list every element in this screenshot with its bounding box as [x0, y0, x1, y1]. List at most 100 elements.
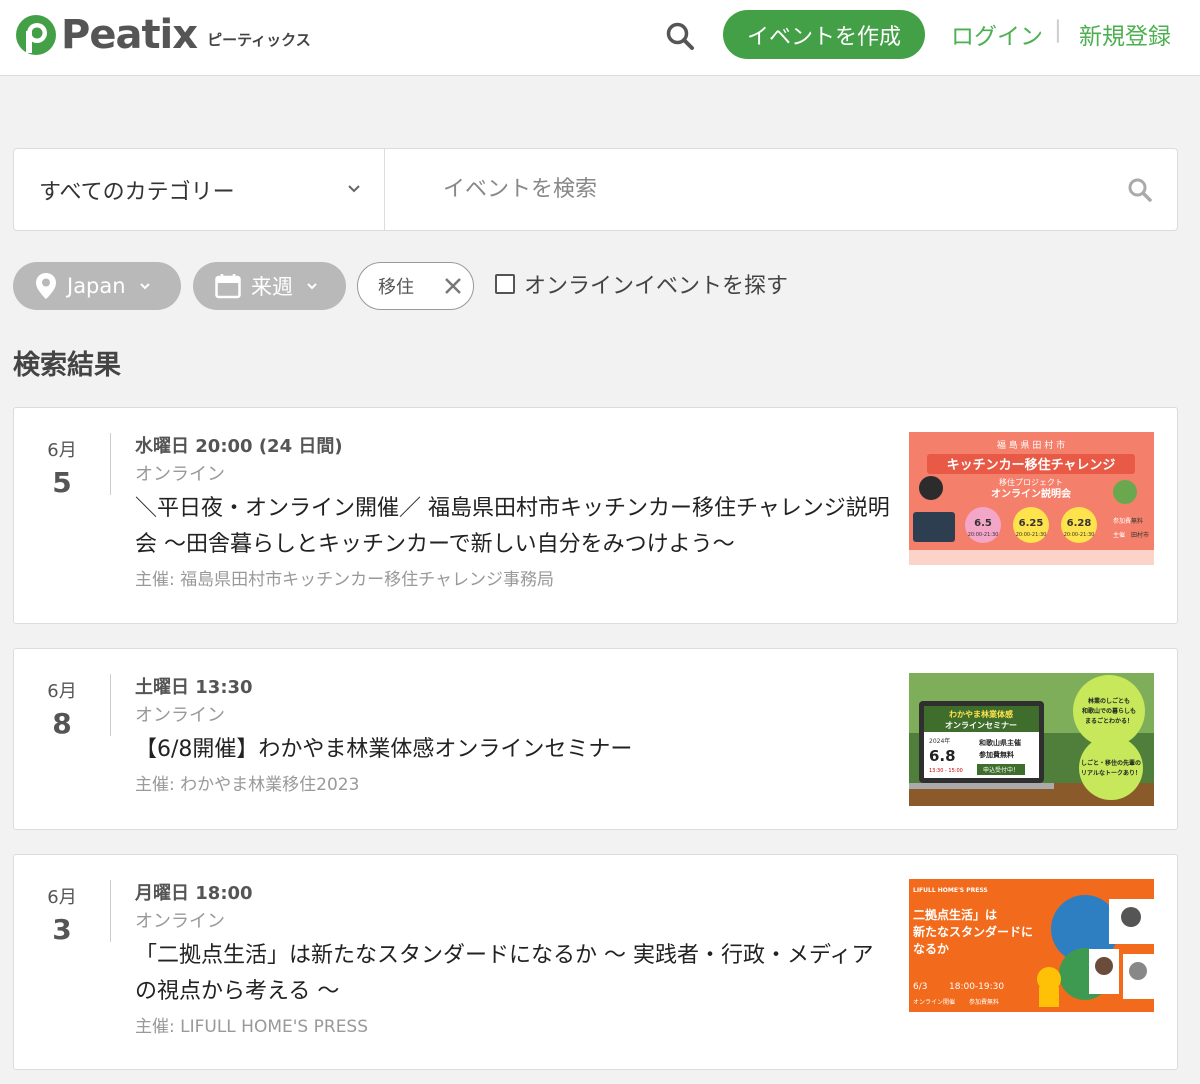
event-title[interactable]: 「二拠点生活」は新たなスタンダードになるか 〜 実践者・行政・メディアの視点から…	[135, 938, 895, 1010]
category-label: すべてのカテゴリー	[39, 179, 235, 205]
event-month: 6月	[47, 887, 77, 908]
event-datetime: 水曜日 20:00 (24 日間)	[135, 436, 343, 457]
login-link[interactable]: ログイン	[951, 17, 1043, 51]
svg-text:6.5: 6.5	[974, 518, 992, 529]
event-details: 水曜日 20:00 (24 日間) オンライン ＼平日夜・オンライン開催／ 福島…	[135, 434, 895, 595]
location-filter-label: Japan	[67, 274, 126, 298]
svg-text:申込受付中！: 申込受付中！	[983, 766, 1019, 774]
event-thumbnail[interactable]: LIFULL HOME'S PRESS 二拠点生活」は 新たなスタンダードに な…	[909, 879, 1154, 1012]
svg-text:なるか: なるか	[913, 942, 949, 956]
svg-text:6/3: 6/3	[913, 982, 927, 992]
svg-text:移住プロジェクト: 移住プロジェクト	[999, 477, 1063, 487]
event-venue: オンライン	[135, 464, 225, 485]
svg-text:6.25: 6.25	[1019, 518, 1044, 529]
svg-text:二拠点生活」は: 二拠点生活」は	[913, 907, 997, 922]
event-thumbnail[interactable]: わかやま林業体感 オンラインセミナー 2024年 6.8 和歌山県主催 参加費無…	[909, 673, 1154, 806]
svg-text:まるごとわかる！: まるごとわかる！	[1085, 717, 1133, 725]
search-bar: すべてのカテゴリー	[13, 148, 1178, 231]
online-events-label: オンラインイベントを探す	[524, 274, 789, 299]
svg-text:LIFULL HOME'S PRESS: LIFULL HOME'S PRESS	[913, 887, 988, 894]
svg-text:主催: 主催	[1113, 531, 1125, 539]
header-search-button[interactable]	[660, 16, 700, 56]
svg-text:オンライン開催: オンライン開催	[913, 998, 955, 1006]
svg-text:20:00-21:30: 20:00-21:30	[1064, 532, 1095, 538]
svg-text:20:00-21:30: 20:00-21:30	[968, 532, 999, 538]
location-pin-icon	[36, 273, 56, 299]
tag-filter-chip[interactable]: 移住	[357, 262, 474, 310]
event-card[interactable]: 6月 3 月曜日 18:00 オンライン 「二拠点生活」は新たなスタンダードにな…	[13, 854, 1178, 1070]
event-date: 6月 5	[14, 436, 110, 499]
search-input[interactable]	[385, 149, 1177, 230]
event-title[interactable]: 【6/8開催】わかやま林業体感オンラインセミナー	[135, 732, 895, 768]
svg-text:参加費: 参加費	[1113, 517, 1131, 525]
category-select[interactable]: すべてのカテゴリー	[14, 149, 385, 230]
calendar-icon	[215, 274, 241, 299]
search-icon	[666, 22, 694, 50]
event-organizer: 主催: LIFULL HOME'S PRESS	[135, 1017, 369, 1037]
event-date: 6月 8	[14, 677, 110, 740]
svg-text:参加費無料: 参加費無料	[969, 998, 999, 1006]
svg-text:キッチンカー移住チャレンジ: キッチンカー移住チャレンジ	[947, 457, 1116, 473]
svg-text:和歌山県主催: 和歌山県主催	[978, 738, 1021, 747]
close-icon[interactable]	[444, 277, 462, 295]
event-day: 3	[52, 913, 72, 946]
svg-text:オンライン説明会: オンライン説明会	[991, 487, 1071, 500]
online-events-checkbox[interactable]	[495, 274, 515, 294]
location-filter-chip[interactable]: Japan	[13, 262, 181, 310]
svg-text:18:00-19:30: 18:00-19:30	[949, 982, 1004, 992]
svg-text:わかやま林業体感: わかやま林業体感	[949, 709, 1013, 719]
date-filter-label: 来週	[251, 275, 293, 299]
event-organizer: 主催: わかやま林業移住2023	[135, 775, 360, 795]
date-divider	[110, 674, 111, 736]
event-card[interactable]: 6月 8 土曜日 13:30 オンライン 【6/8開催】わかやま林業体感オンライ…	[13, 648, 1178, 830]
event-day: 8	[52, 707, 72, 740]
event-month: 6月	[47, 440, 77, 461]
svg-text:20:00-21:30: 20:00-21:30	[1016, 532, 1047, 538]
results-title: 検索結果	[13, 350, 121, 381]
chevron-down-icon	[139, 283, 150, 290]
create-event-button[interactable]: イベントを作成	[723, 10, 925, 59]
svg-text:6.8: 6.8	[929, 747, 956, 765]
tag-filter-label: 移住	[378, 277, 414, 298]
search-icon[interactable]	[1127, 177, 1153, 203]
online-events-toggle[interactable]: オンラインイベントを探す	[495, 268, 788, 300]
signup-link[interactable]: 新規登録	[1079, 17, 1171, 51]
event-venue: オンライン	[135, 705, 225, 726]
logo-kana: ピーティックス	[207, 30, 311, 49]
svg-text:新たなスタンダードに: 新たなスタンダードに	[913, 924, 1033, 939]
event-thumbnail[interactable]: 福 島 県 田 村 市 キッチンカー移住チャレンジ 移住プロジェクト オンライン…	[909, 432, 1154, 565]
event-details: 月曜日 18:00 オンライン 「二拠点生活」は新たなスタンダードになるか 〜 …	[135, 881, 895, 1042]
event-day: 5	[52, 466, 72, 499]
svg-text:参加費無料: 参加費無料	[979, 750, 1014, 759]
date-filter-chip[interactable]: 来週	[193, 262, 346, 310]
event-month: 6月	[47, 681, 77, 702]
peatix-logo[interactable]: Peatix ピーティックス	[14, 12, 311, 58]
event-datetime: 月曜日 18:00	[135, 883, 253, 904]
site-header: Peatix ピーティックス イベントを作成 ログイン | 新規登録	[0, 0, 1200, 76]
svg-text:6.28: 6.28	[1067, 518, 1092, 529]
event-card[interactable]: 6月 5 水曜日 20:00 (24 日間) オンライン ＼平日夜・オンライン開…	[13, 407, 1178, 624]
svg-text:福 島 県 田 村 市: 福 島 県 田 村 市	[997, 439, 1065, 451]
event-title[interactable]: ＼平日夜・オンライン開催／ 福島県田村市キッチンカー移住チャレンジ説明会 〜田舎…	[135, 491, 895, 563]
date-divider	[110, 433, 111, 495]
nav-separator: |	[1054, 17, 1062, 43]
event-organizer: 主催: 福島県田村市キッチンカー移住チャレンジ事務局	[135, 570, 554, 590]
svg-text:無料: 無料	[1131, 517, 1143, 525]
svg-text:田村市: 田村市	[1131, 531, 1149, 539]
chevron-down-icon	[348, 185, 360, 193]
logo-text: Peatix	[61, 12, 198, 58]
event-datetime: 土曜日 13:30	[135, 677, 253, 698]
svg-text:リアルなトークあり！: リアルなトークあり！	[1081, 769, 1141, 777]
date-divider	[110, 880, 111, 942]
search-field	[385, 149, 1177, 230]
svg-text:和歌山での暮らしも: 和歌山での暮らしも	[1081, 707, 1136, 715]
svg-text:しごと・移住の先輩の: しごと・移住の先輩の	[1081, 759, 1141, 767]
logo-mark-icon	[16, 15, 56, 55]
svg-text:13:30 - 15:00: 13:30 - 15:00	[929, 768, 963, 774]
svg-text:林業のしごとも: 林業のしごとも	[1088, 697, 1130, 705]
svg-text:オンラインセミナー: オンラインセミナー	[945, 721, 1017, 730]
event-date: 6月 3	[14, 883, 110, 946]
event-details: 土曜日 13:30 オンライン 【6/8開催】わかやま林業体感オンラインセミナー…	[135, 675, 895, 800]
svg-text:2024年: 2024年	[929, 737, 950, 745]
chevron-down-icon	[307, 283, 317, 290]
